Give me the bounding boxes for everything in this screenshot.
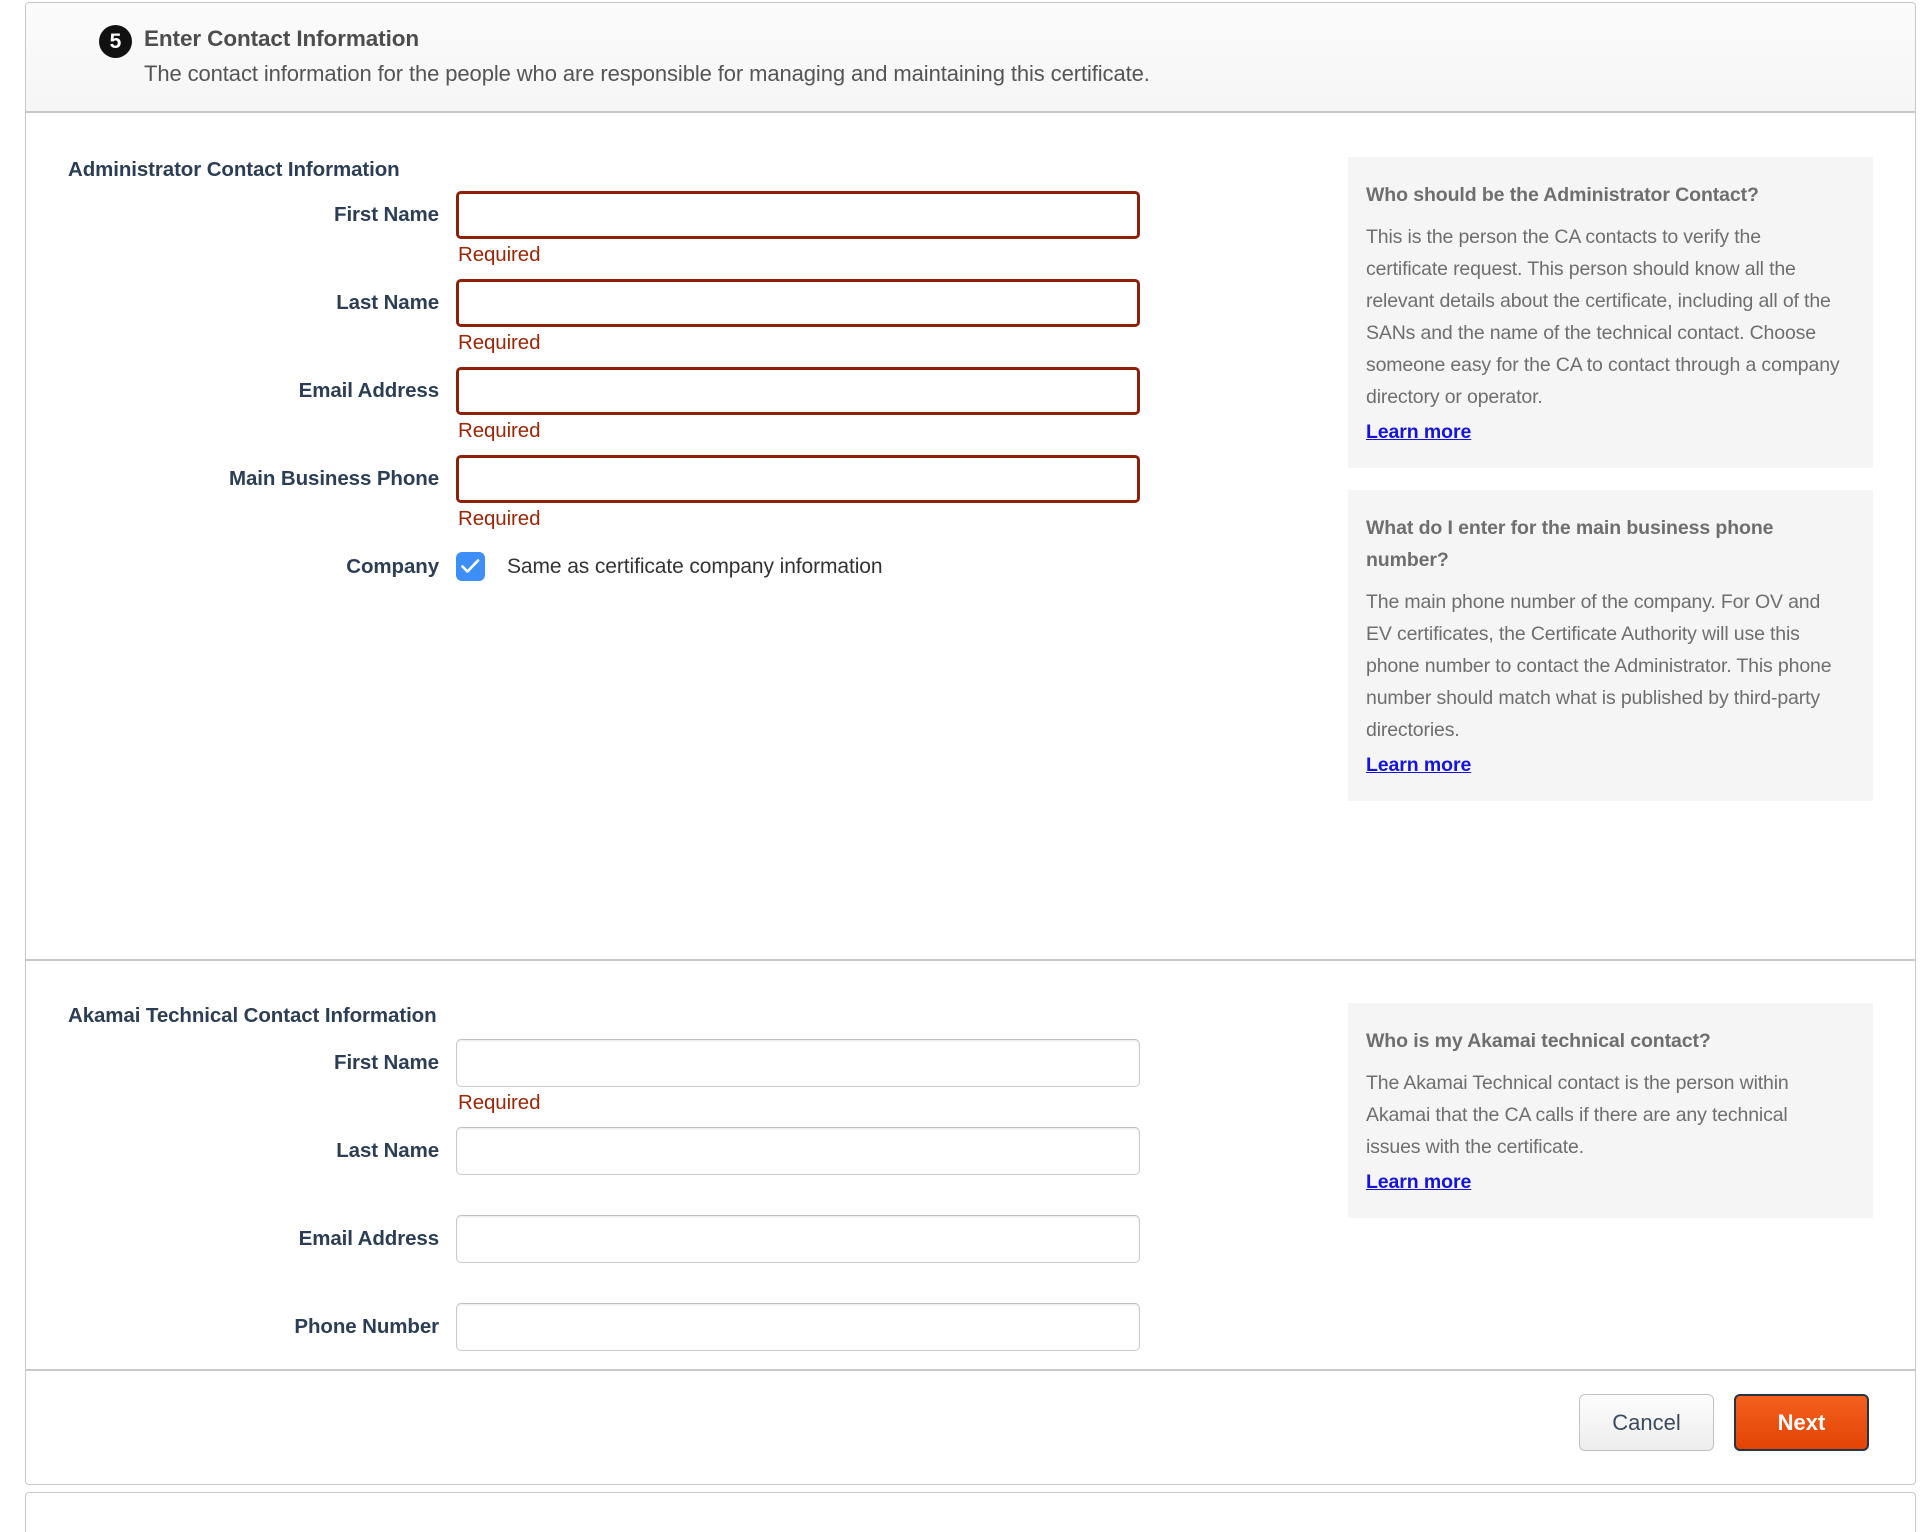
admin-last-name-input[interactable] [456,279,1140,327]
error-first-name: Required [458,243,541,266]
label-tech-last-name: Last Name [336,1139,439,1162]
help-card-title: Who is my Akamai technical contact? [1366,1030,1711,1052]
tech-last-name-input[interactable] [456,1127,1140,1175]
error-email-address: Required [458,419,541,442]
company-checkbox-group: Same as certificate company information [456,543,1146,581]
learn-more-link[interactable]: Learn more [1366,1171,1471,1194]
footer-button-group: Cancel Next [1579,1394,1869,1451]
field-wrap-tech-last-name [456,1127,1146,1175]
step-description: The contact information for the people w… [144,61,1150,86]
field-wrap-tech-first-name: Required [456,1039,1146,1114]
help-card-administrator-contact: Who should be the Administrator Contact?… [1348,157,1873,468]
wizard-body: Administrator Contact Information First … [26,113,1915,1369]
label-tech-first-name: First Name [334,1051,439,1074]
learn-more-link[interactable]: Learn more [1366,421,1471,444]
admin-email-address-input[interactable] [456,367,1140,415]
help-card-text: The main phone number of the company. Fo… [1366,591,1832,741]
error-last-name: Required [458,331,541,354]
administrator-contact-section: Administrator Contact Information First … [26,113,1915,959]
akamai-technical-contact-section: Akamai Technical Contact Information Fir… [26,959,1915,1369]
field-wrap-tech-email-address [456,1215,1146,1263]
same-as-company-checkbox[interactable] [456,552,485,581]
help-card-text: The Akamai Technical contact is the pers… [1366,1072,1789,1158]
field-wrap-first-name: Required [456,191,1146,266]
label-email-address: Email Address [298,379,439,402]
technical-section-title: Akamai Technical Contact Information [68,1004,437,1027]
administrator-help-column: Who should be the Administrator Contact?… [1348,157,1873,823]
same-as-company-checkbox-label: Same as certificate company information [507,554,883,578]
error-main-business-phone: Required [458,507,541,530]
label-company: Company [346,555,439,578]
label-tech-phone-number: Phone Number [294,1315,439,1338]
label-last-name: Last Name [336,291,439,314]
label-main-business-phone: Main Business Phone [229,467,439,490]
tech-email-address-input[interactable] [456,1215,1140,1263]
admin-main-business-phone-input[interactable] [456,455,1140,503]
checkmark-icon [461,559,480,573]
help-card-text: This is the person the CA contacts to ve… [1366,226,1840,408]
error-tech-first-name: Required [458,1091,541,1114]
label-tech-email-address: Email Address [298,1227,439,1250]
cancel-button[interactable]: Cancel [1579,1394,1714,1451]
administrator-section-title: Administrator Contact Information [68,158,400,181]
admin-first-name-input[interactable] [456,191,1140,239]
help-card-akamai-technical-contact: Who is my Akamai technical contact? The … [1348,1003,1873,1218]
next-step-panel [25,1492,1916,1532]
technical-help-column: Who is my Akamai technical contact? The … [1348,1003,1873,1240]
field-wrap-main-business-phone: Required [456,455,1146,530]
field-wrap-email-address: Required [456,367,1146,442]
learn-more-link[interactable]: Learn more [1366,754,1471,777]
step-number-badge: 5 [99,25,132,58]
help-card-title: What do I enter for the main business ph… [1366,517,1774,571]
help-card-title: Who should be the Administrator Contact? [1366,184,1759,206]
wizard-panel: 5 Enter Contact Information The contact … [25,2,1916,1485]
help-card-main-business-phone: What do I enter for the main business ph… [1348,490,1873,801]
wizard-footer: Cancel Next [26,1369,1915,1485]
step-header: 5 Enter Contact Information The contact … [26,3,1915,113]
field-wrap-tech-phone-number [456,1303,1146,1351]
field-wrap-last-name: Required [456,279,1146,354]
next-button[interactable]: Next [1734,1394,1869,1451]
label-first-name: First Name [334,203,439,226]
tech-phone-number-input[interactable] [456,1303,1140,1351]
page-title: Enter Contact Information [144,26,420,51]
tech-first-name-input[interactable] [456,1039,1140,1087]
